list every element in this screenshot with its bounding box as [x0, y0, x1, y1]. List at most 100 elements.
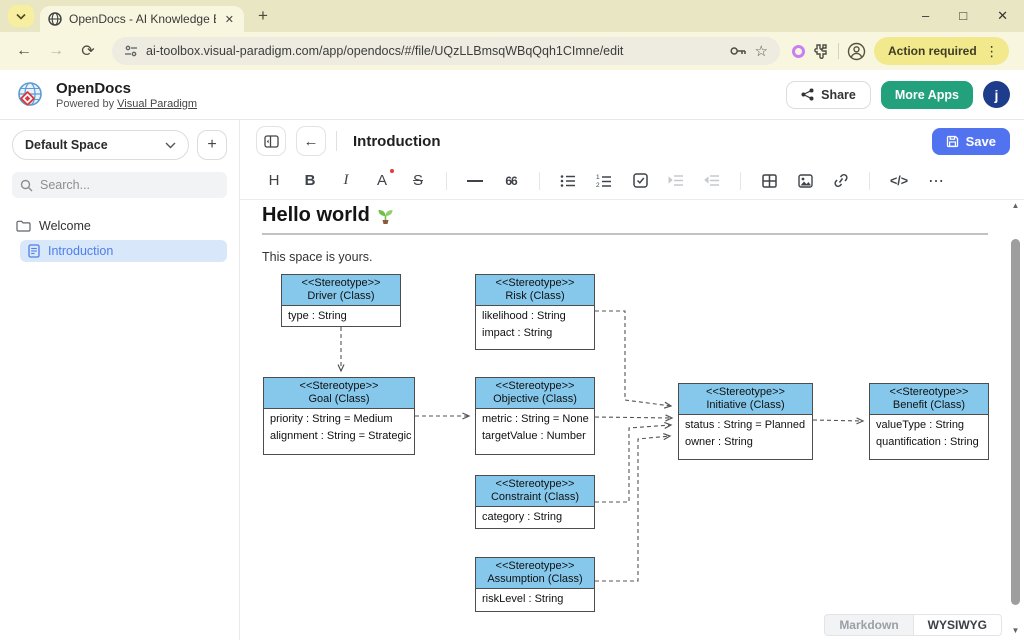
uml-class-assumption[interactable]: <<Stereotype>>Assumption (Class) riskLev…: [475, 557, 595, 612]
code-block-button[interactable]: </>: [890, 170, 908, 192]
search-input[interactable]: Search...: [12, 172, 227, 198]
class-name: Initiative (Class): [681, 399, 810, 412]
space-selector[interactable]: Default Space: [12, 130, 189, 160]
class-name: Goal (Class): [266, 393, 412, 406]
horizontal-rule-button[interactable]: [467, 180, 483, 182]
reload-button[interactable]: ⟳: [76, 41, 100, 61]
toggle-sidebar-button[interactable]: [256, 126, 286, 156]
editor-mode-toggle: Markdown WYSIWYG: [824, 614, 1002, 636]
bold-button[interactable]: B: [302, 170, 318, 192]
kebab-menu-icon[interactable]: ⋮: [985, 43, 999, 60]
search-icon: [20, 179, 33, 192]
class-attribute: status : String = Planned: [679, 415, 812, 432]
task-list-button[interactable]: [632, 170, 648, 192]
window-minimize-button[interactable]: –: [922, 8, 929, 24]
stereotype-label: <<Stereotype>>: [681, 386, 810, 399]
class-attribute: priority : String = Medium: [264, 409, 414, 426]
page-title: Introduction: [353, 133, 440, 150]
share-button[interactable]: Share: [786, 81, 871, 109]
document-heading: Hello world: [262, 204, 395, 227]
folder-label: Welcome: [39, 219, 91, 233]
editor-content[interactable]: Hello world This space is yours.: [240, 200, 1024, 640]
class-name: Benefit (Class): [872, 399, 986, 412]
uml-class-objective[interactable]: <<Stereotype>>Objective (Class) metric :…: [475, 377, 595, 455]
stereotype-label: <<Stereotype>>: [266, 380, 412, 393]
stereotype-label: <<Stereotype>>: [284, 277, 398, 290]
editor-scrollbar[interactable]: ▲ ▼: [1009, 201, 1022, 635]
back-button[interactable]: ←: [12, 42, 36, 60]
class-attribute: targetValue : Number: [476, 426, 594, 443]
window-maximize-button[interactable]: □: [959, 8, 967, 24]
document-header: ← Introduction Save: [240, 120, 1024, 162]
bullet-list-button[interactable]: [560, 170, 576, 192]
indent-icon: [668, 174, 684, 187]
stereotype-label: <<Stereotype>>: [478, 478, 592, 491]
more-tools-button[interactable]: ⋯: [928, 170, 945, 192]
italic-button[interactable]: I: [338, 170, 354, 192]
profile-icon[interactable]: [847, 42, 866, 61]
scroll-up-icon[interactable]: ▲: [1009, 201, 1022, 210]
scroll-down-icon[interactable]: ▼: [1009, 626, 1022, 635]
uml-class-risk[interactable]: <<Stereotype>>Risk (Class) likelihood : …: [475, 274, 595, 350]
wysiwyg-mode-button[interactable]: WYSIWYG: [913, 614, 1002, 636]
markdown-mode-button[interactable]: Markdown: [824, 614, 912, 636]
powered-by: Powered by Visual Paradigm: [56, 98, 197, 110]
forward-button: →: [44, 42, 68, 60]
window-close-button[interactable]: ✕: [997, 8, 1008, 24]
more-apps-button[interactable]: More Apps: [881, 81, 973, 109]
sidebar-item-introduction[interactable]: Introduction: [20, 240, 227, 262]
seedling-emoji-icon: [376, 206, 395, 225]
class-name: Assumption (Class): [478, 573, 592, 586]
extensions-puzzle-icon[interactable]: [813, 43, 830, 60]
add-space-button[interactable]: +: [197, 130, 227, 160]
extension-ring-icon[interactable]: [792, 45, 805, 58]
user-avatar[interactable]: j: [983, 81, 1010, 108]
uml-class-driver[interactable]: <<Stereotype>>Driver (Class) type : Stri…: [281, 274, 401, 327]
class-attribute: quantification : String: [870, 432, 988, 449]
new-tab-button[interactable]: +: [258, 6, 268, 26]
strikethrough-button[interactable]: S: [410, 170, 426, 192]
class-attribute: category : String: [476, 507, 594, 524]
insert-table-button[interactable]: [761, 170, 777, 192]
browser-window: OpenDocs - AI Knowledge Base ✕ + – □ ✕ ←…: [0, 0, 1024, 640]
action-required-label: Action required: [888, 44, 977, 58]
image-icon: [798, 174, 813, 188]
app-name: OpenDocs: [56, 80, 197, 97]
class-attribute: owner : String: [679, 432, 812, 449]
folder-icon: [16, 220, 31, 232]
uml-class-initiative[interactable]: <<Stereotype>>Initiative (Class) status …: [678, 383, 813, 460]
insert-link-button[interactable]: [833, 170, 849, 192]
text-color-button[interactable]: A: [374, 170, 390, 192]
globe-favicon-icon: [48, 12, 62, 26]
ordered-list-button[interactable]: 1 2: [596, 170, 612, 192]
window-controls: – □ ✕: [922, 8, 1024, 24]
save-button[interactable]: Save: [932, 128, 1010, 155]
stereotype-label: <<Stereotype>>: [478, 277, 592, 290]
uml-class-constraint[interactable]: <<Stereotype>>Constraint (Class) categor…: [475, 475, 595, 529]
address-bar[interactable]: ai-toolbox.visual-paradigm.com/app/opend…: [112, 37, 780, 65]
sidebar-item-welcome[interactable]: Welcome: [12, 216, 227, 236]
class-attribute: type : String: [282, 306, 400, 323]
heading-button[interactable]: H: [266, 170, 282, 192]
action-required-button[interactable]: Action required ⋮: [874, 37, 1009, 65]
heading-rule: [262, 233, 988, 235]
stereotype-label: <<Stereotype>>: [478, 560, 592, 573]
password-key-icon[interactable]: [730, 46, 747, 56]
scrollbar-thumb[interactable]: [1011, 239, 1020, 605]
rel-assumption-initiative: [595, 436, 670, 581]
back-to-list-button[interactable]: ←: [296, 126, 326, 156]
blockquote-button[interactable]: 66: [503, 170, 519, 192]
rel-risk-initiative: [595, 311, 671, 406]
bookmark-star-icon[interactable]: ☆: [755, 42, 768, 60]
browser-tab-opendocs[interactable]: OpenDocs - AI Knowledge Base ✕: [40, 6, 244, 32]
bullet-list-icon: [560, 174, 576, 188]
uml-class-goal[interactable]: <<Stereotype>>Goal (Class) priority : St…: [263, 377, 415, 455]
insert-image-button[interactable]: [797, 170, 813, 192]
visual-paradigm-link[interactable]: Visual Paradigm: [117, 98, 197, 110]
uml-class-benefit[interactable]: <<Stereotype>>Benefit (Class) valueType …: [869, 383, 989, 460]
tab-close-icon[interactable]: ✕: [223, 13, 236, 26]
tab-title: OpenDocs - AI Knowledge Base: [69, 12, 216, 26]
tab-search-button[interactable]: [8, 5, 34, 27]
save-floppy-icon: [946, 135, 959, 148]
toolbar-divider: [446, 172, 447, 190]
